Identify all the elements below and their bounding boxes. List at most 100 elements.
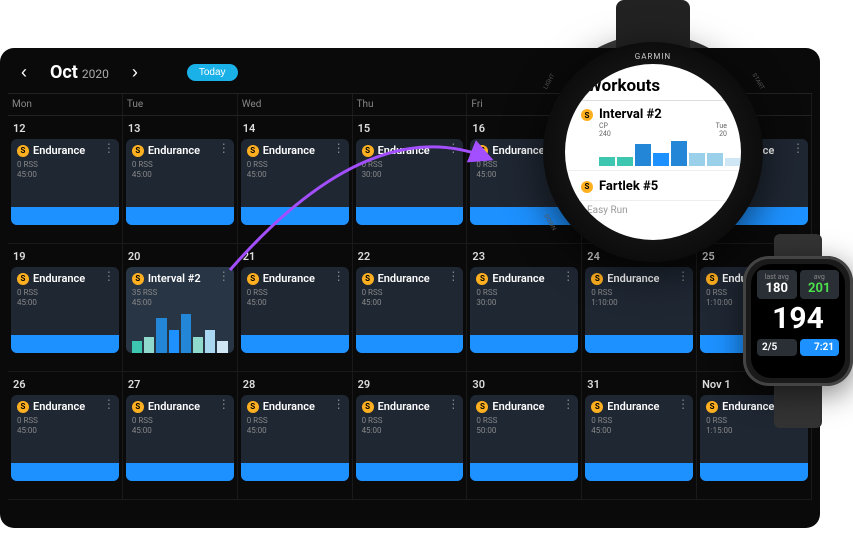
workout-power-bar <box>241 463 349 481</box>
calendar-cell[interactable]: 28SEndurance⋮0 RSS45:00 <box>238 372 353 500</box>
calendar-cell[interactable]: 12SEndurance⋮0 RSS45:00 <box>8 116 123 244</box>
workout-card[interactable]: SEndurance⋮0 RSS45:00 <box>241 139 349 225</box>
workout-power-bar <box>700 463 808 481</box>
workout-menu-icon[interactable]: ⋮ <box>333 399 345 409</box>
workout-power-bar <box>356 463 464 481</box>
down-lug-label: DOWN <box>542 213 557 232</box>
calendar-cell[interactable]: 19SEndurance⋮0 RSS45:00 <box>8 244 123 372</box>
workout-menu-icon[interactable]: ⋮ <box>447 143 459 153</box>
workout-card[interactable]: SEndurance⋮0 RSS45:00 <box>126 139 234 225</box>
month-title: Oct2020 <box>50 62 109 83</box>
workout-stats: 0 RSS30:00 <box>362 160 458 180</box>
workout-menu-icon[interactable]: ⋮ <box>218 271 230 281</box>
calendar-cell[interactable]: 31SEndurance⋮0 RSS45:00 <box>582 372 697 500</box>
garmin-watch: GARMIN START LIGHT DOWN Workouts S Inter… <box>543 0 763 280</box>
calendar-cell[interactable]: 21SEndurance⋮0 RSS45:00 <box>238 244 353 372</box>
stryd-icon: S <box>362 145 374 157</box>
stryd-icon: S <box>247 273 259 285</box>
workout-menu-icon[interactable]: ⋮ <box>677 399 689 409</box>
workout-card[interactable]: SEndurance⋮0 RSS45:00 <box>356 267 464 353</box>
workout-menu-icon[interactable]: ⋮ <box>218 399 230 409</box>
calendar-cell[interactable]: 26SEndurance⋮0 RSS45:00 <box>8 372 123 500</box>
workout-card[interactable]: SEndurance⋮0 RSS45:00 <box>11 267 119 353</box>
workout-menu-icon[interactable]: ⋮ <box>103 143 115 153</box>
workout-card[interactable]: SEndurance⋮0 RSS45:00 <box>126 395 234 481</box>
workout-power-bar <box>11 463 119 481</box>
workout-power-bar <box>11 335 119 353</box>
stryd-icon: S <box>476 145 488 157</box>
garmin-screen[interactable]: Workouts S Interval #2 CP240 Tue20 S Far… <box>565 64 741 240</box>
workout-power-bar <box>241 207 349 225</box>
stryd-icon: S <box>247 145 259 157</box>
cell-date: 21 <box>241 248 349 267</box>
workout-card[interactable]: SEndurance⋮0 RSS45:00 <box>241 395 349 481</box>
stryd-icon: S <box>476 273 488 285</box>
workout-menu-icon[interactable]: ⋮ <box>562 399 574 409</box>
workout-card[interactable]: S Endurance⋮ 0 RSS50:00 <box>470 395 578 481</box>
workout-name: Endurance <box>33 400 113 413</box>
workout-menu-icon[interactable]: ⋮ <box>333 143 345 153</box>
calendar-cell[interactable]: 27SEndurance⋮0 RSS45:00 <box>123 372 238 500</box>
calendar-cell[interactable]: 30 S Endurance⋮ 0 RSS50:00 <box>467 372 582 500</box>
cell-date: 26 <box>11 376 119 395</box>
workout-card[interactable]: SEndurance⋮0 RSS45:00 <box>585 395 693 481</box>
workout-stats: 0 RSS45:00 <box>591 416 687 436</box>
calendar-cell[interactable]: 22SEndurance⋮0 RSS45:00 <box>353 244 468 372</box>
stryd-icon: S <box>17 273 29 285</box>
workout-menu-icon[interactable]: ⋮ <box>333 271 345 281</box>
weekday-label: Tue <box>123 94 238 115</box>
workout-menu-icon[interactable]: ⋮ <box>218 143 230 153</box>
workout-menu-icon[interactable]: ⋮ <box>447 271 459 281</box>
calendar-cell[interactable]: 15SEndurance⋮0 RSS30:00 <box>353 116 468 244</box>
garmin-watch-body: GARMIN START LIGHT DOWN Workouts S Inter… <box>543 42 763 262</box>
cell-date: 27 <box>126 376 234 395</box>
avg-tile: avg 201 <box>800 270 840 299</box>
today-button[interactable]: Today <box>187 64 238 81</box>
cell-date: 31 <box>585 376 693 395</box>
workout-menu-icon[interactable]: ⋮ <box>103 399 115 409</box>
workout-menu-icon[interactable]: ⋮ <box>792 143 804 153</box>
workout-name: Endurance <box>148 400 228 413</box>
stryd-icon: S <box>581 181 593 193</box>
workout-stats: 0 RSS50:00 <box>476 416 572 436</box>
workout-card[interactable]: SEndurance⋮0 RSS45:00 <box>11 395 119 481</box>
next-month-button[interactable]: › <box>125 63 145 83</box>
calendar-cell[interactable]: 13SEndurance⋮0 RSS45:00 <box>123 116 238 244</box>
workout-card[interactable]: SEndurance⋮0 RSS45:00 <box>241 267 349 353</box>
workout-menu-icon[interactable]: ⋮ <box>103 271 115 281</box>
workout-name: Endurance <box>607 400 687 413</box>
stryd-icon: S <box>476 401 488 413</box>
workout-stats: 0 RSS45:00 <box>132 416 228 436</box>
workout-menu-icon[interactable]: ⋮ <box>447 399 459 409</box>
garmin-logo: GARMIN <box>635 52 671 61</box>
calendar-cell[interactable]: 14SEndurance⋮0 RSS45:00 <box>238 116 353 244</box>
garmin-workout-name: Interval #2 <box>599 107 741 122</box>
garmin-workout-item[interactable]: S Interval #2 CP240 Tue20 <box>565 101 741 171</box>
workout-card[interactable]: SEndurance⋮0 RSS30:00 <box>356 139 464 225</box>
workout-name: Endurance <box>263 400 343 413</box>
workout-name: Endurance <box>378 400 458 413</box>
workout-power-bar <box>585 463 693 481</box>
cell-date: 30 <box>470 376 578 395</box>
stryd-icon: S <box>17 401 29 413</box>
apple-watch-screen[interactable]: last avg 180 avg 201 194 2/5 7:21 <box>751 264 845 378</box>
calendar-cell[interactable]: 20SInterval #2⋮35 RSS45:00 <box>123 244 238 372</box>
workout-name: Endurance <box>148 144 228 157</box>
prev-month-button[interactable]: ‹ <box>14 63 34 83</box>
workout-name: Endurance <box>33 144 113 157</box>
workouts-screen-title: Workouts <box>565 64 741 101</box>
garmin-workout-name: Fartlek #5 <box>599 179 658 194</box>
garmin-workout-item[interactable]: S Fartlek #5 <box>565 171 741 201</box>
workout-name: Endurance <box>492 400 572 413</box>
workout-card[interactable]: SEndurance⋮0 RSS45:00 <box>356 395 464 481</box>
workout-card[interactable]: SEndurance⋮0 RSS45:00 <box>11 139 119 225</box>
cell-date: 13 <box>126 120 234 139</box>
interval-chart <box>132 312 228 353</box>
workout-stats: 0 RSS45:00 <box>17 160 113 180</box>
cell-date: 20 <box>126 248 234 267</box>
last-avg-tile: last avg 180 <box>757 270 797 299</box>
workout-stats: 35 RSS45:00 <box>132 288 228 308</box>
workout-power-bar <box>356 335 464 353</box>
workout-card[interactable]: SInterval #2⋮35 RSS45:00 <box>126 267 234 353</box>
calendar-cell[interactable]: 29SEndurance⋮0 RSS45:00 <box>353 372 468 500</box>
